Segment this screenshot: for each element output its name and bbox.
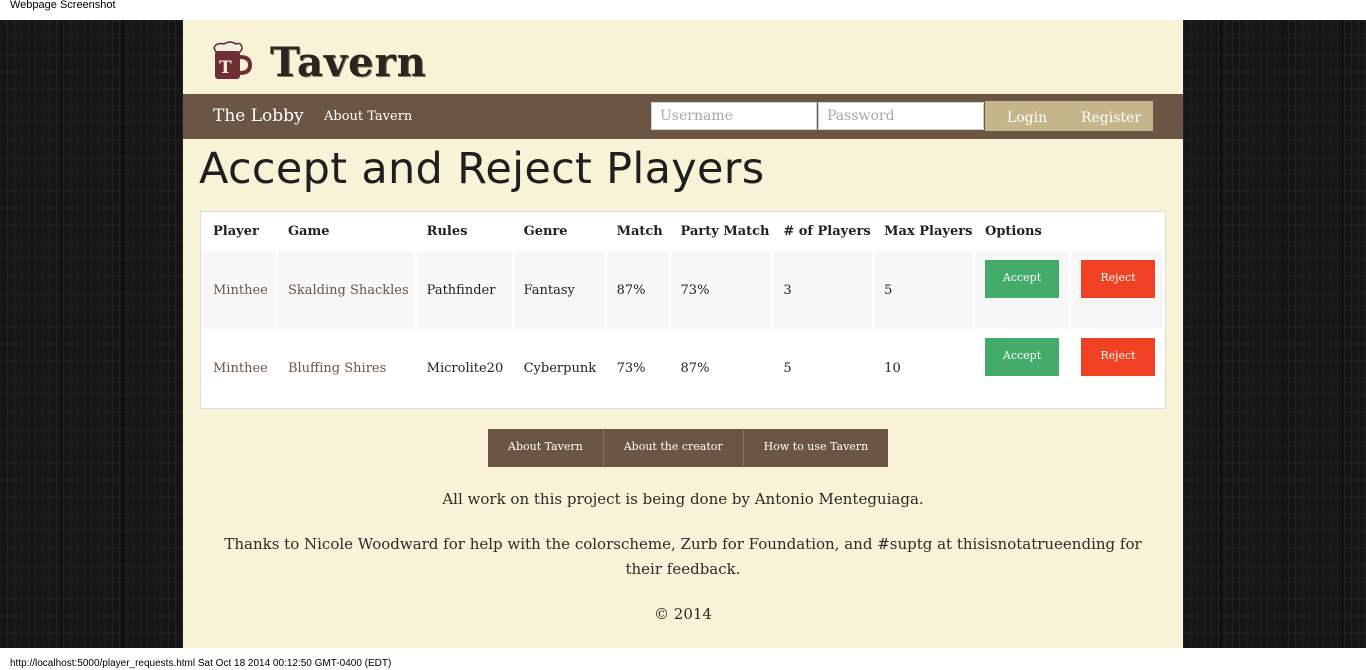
num-players-cell: 3 — [773, 251, 873, 329]
num-players-cell: 5 — [773, 329, 873, 407]
footer-link-about-tavern[interactable]: About Tavern — [488, 429, 604, 467]
page-container: T Tavern The Lobby About Tavern Login Re… — [183, 20, 1183, 648]
column-header-options: Options — [985, 224, 1042, 239]
max-players-cell: 10 — [874, 329, 974, 407]
game-link[interactable]: Skalding Shackles — [277, 251, 415, 329]
genre-cell: Fantasy — [513, 251, 605, 329]
page-title: Accept and Reject Players — [199, 144, 765, 194]
table-row: Minthee Bluffing Shires Microlite20 Cybe… — [203, 329, 1163, 407]
table-header-row: Player Game Rules Genre Match Party Matc… — [203, 212, 1163, 251]
accept-button[interactable]: Accept — [985, 338, 1060, 376]
beer-mug-icon: T — [208, 40, 252, 84]
game-link[interactable]: Bluffing Shires — [277, 329, 415, 407]
genre-cell: Cyberpunk — [513, 329, 605, 407]
accept-cell: Accept — [975, 329, 1069, 407]
column-header-match: Match — [616, 224, 663, 239]
nav-lobby-link[interactable]: The Lobby — [213, 94, 304, 139]
column-header-rules: Rules — [426, 224, 468, 239]
password-input[interactable] — [818, 102, 984, 130]
max-players-cell: 5 — [874, 251, 974, 329]
accept-button[interactable]: Accept — [985, 260, 1060, 298]
player-link[interactable]: Minthee — [203, 329, 276, 407]
party-match-cell: 73% — [670, 251, 772, 329]
rules-cell: Pathfinder — [416, 251, 512, 329]
screenshot-title: Webpage Screenshot — [10, 0, 116, 11]
match-cell: 73% — [606, 329, 669, 407]
player-requests-table: Player Game Rules Genre Match Party Matc… — [200, 211, 1166, 409]
register-button[interactable]: Register — [1069, 101, 1153, 131]
top-nav-bar: The Lobby About Tavern Login Register — [183, 94, 1183, 139]
column-header-player: Player — [213, 224, 259, 239]
player-link[interactable]: Minthee — [203, 251, 276, 329]
footer-thanks: Thanks to Nicole Woodward for help with … — [224, 535, 1142, 578]
login-button[interactable]: Login — [985, 101, 1069, 131]
match-cell: 87% — [606, 251, 669, 329]
footer-copyright: © 2014 — [654, 605, 712, 623]
rules-cell: Microlite20 — [416, 329, 512, 407]
reject-button[interactable]: Reject — [1080, 338, 1155, 376]
reject-cell: Reject — [1070, 329, 1163, 407]
site-title: Tavern — [270, 38, 427, 86]
footer-link-about-creator[interactable]: About the creator — [604, 429, 744, 467]
column-header-party-match: Party Match — [680, 224, 770, 239]
username-input[interactable] — [651, 102, 817, 130]
nav-about-link[interactable]: About Tavern — [324, 94, 412, 139]
footer-link-how-to-use[interactable]: How to use Tavern — [744, 429, 889, 467]
reject-button[interactable]: Reject — [1080, 260, 1155, 298]
column-header-game: Game — [287, 224, 330, 239]
footer-credit: All work on this project is being done b… — [442, 490, 924, 508]
column-header-genre: Genre — [523, 224, 568, 239]
party-match-cell: 87% — [670, 329, 772, 407]
site-logo[interactable]: T Tavern — [208, 30, 427, 94]
table-row: Minthee Skalding Shackles Pathfinder Fan… — [203, 251, 1163, 329]
status-bar-url: http://localhost:5000/player_requests.ht… — [10, 658, 392, 669]
svg-text:T: T — [219, 58, 232, 78]
footer-nav: About Tavern About the creator How to us… — [488, 429, 889, 467]
column-header-blank — [1071, 212, 1163, 251]
column-header-num-players: # of Players — [783, 224, 871, 239]
column-header-max-players: Max Players — [884, 224, 973, 239]
accept-cell: Accept — [975, 251, 1069, 329]
reject-cell: Reject — [1070, 251, 1163, 329]
